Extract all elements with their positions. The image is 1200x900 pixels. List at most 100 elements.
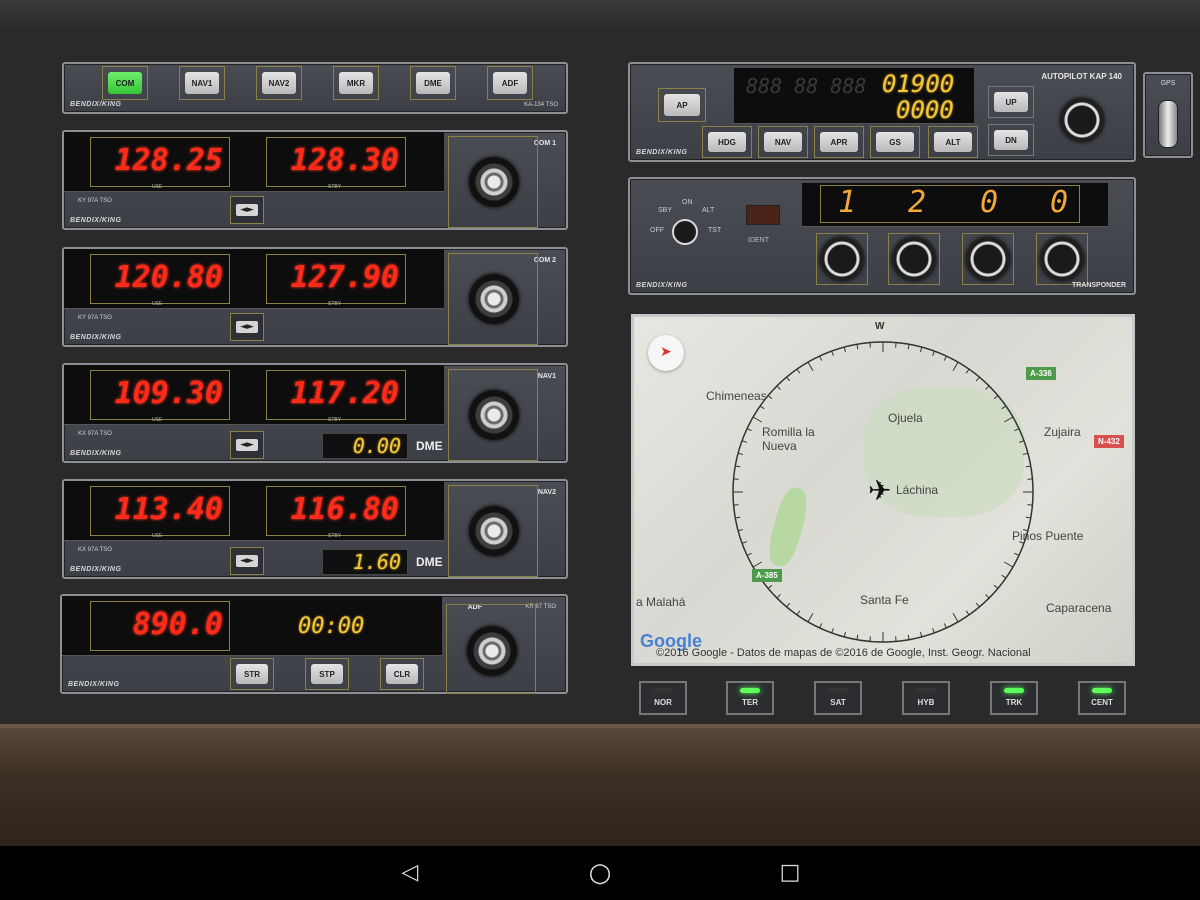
map-mode-nor-button[interactable]: NOR [639,681,687,715]
nav1-tuning-knob[interactable] [469,390,519,440]
town-santa-fe: Santa Fe [860,593,909,607]
alt-button[interactable]: ALT [928,126,978,158]
compass-tick [786,602,791,608]
code-knob-1[interactable] [820,237,864,281]
audio-nav2-button[interactable]: NAV2 [256,66,302,100]
town-zujaira: Zujaira [1044,425,1081,439]
back-icon[interactable]: ◁ [393,856,427,890]
mode-alt-label: ALT [702,207,715,214]
nav-button[interactable]: NAV [758,126,808,158]
map-mode-trk-button[interactable]: TRK [990,681,1038,715]
code-knob-3[interactable] [966,237,1010,281]
apr-button[interactable]: APR [814,126,864,158]
audio-panel: COM NAV1 NAV2 MKR DME ADF BENDIX/KING KA… [62,62,568,114]
com1-tuning-knob[interactable] [469,157,519,207]
led-indicator [916,688,936,693]
adf-stp-button[interactable]: STP [305,658,349,690]
adf-str-button[interactable]: STR [230,658,274,690]
town-lachina: Láchina [896,483,939,497]
gps-toggle-switch[interactable] [1158,100,1178,148]
road-badge: N-432 [1094,435,1124,448]
compass-tick [932,350,935,356]
adf-frequency: 890.0 [90,601,230,651]
compass-tick [735,516,741,519]
hdg-button[interactable]: HDG [702,126,752,158]
compass-tick [856,634,859,640]
map-mode-ter-button[interactable]: TER [726,681,774,715]
altitude-select-knob[interactable] [1060,98,1104,142]
transponder-mode-knob[interactable] [672,219,698,245]
use-label: USE [152,533,163,539]
audio-adf-button[interactable]: ADF [487,66,533,100]
com2-flip-button[interactable]: ◄► [230,313,264,341]
home-icon[interactable]: ○ [583,856,617,890]
compass-tick [993,395,999,400]
town-romilla: Romilla la Nueva [762,425,815,453]
ap-engage-button[interactable]: AP [658,88,706,122]
mode-on-label: ON [682,199,693,206]
gps-switch-panel: GPS [1143,72,1193,158]
map-compass-button[interactable]: ➤ [648,335,684,371]
autopilot-altitude: 01900 [882,70,955,98]
compass-tick [943,623,947,629]
compass-tick [752,416,763,423]
town-caparacena: Caparacena [1046,601,1112,615]
brand-label: BENDIX/KING [70,334,122,341]
compass-tick [907,344,910,350]
compass-tick [1022,452,1029,455]
audio-dme-button[interactable]: DME [410,66,456,100]
moving-map[interactable]: W ✈ Chimeneas Ojuela Romilla la Nueva Zu… [631,314,1135,666]
nav1-radio: 109.30 USE 117.20 STBY KX 97A TSO ◄► 0.0… [62,363,568,463]
compass-tick [965,610,970,616]
dn-button[interactable]: DN [988,124,1034,156]
model-label: KY 97A TSO [78,315,112,321]
nav2-flip-button[interactable]: ◄► [230,547,264,575]
adf-clr-button[interactable]: CLR [380,658,424,690]
compass-tick [1025,516,1031,519]
brand-label: BENDIX/KING [70,566,122,573]
led-indicator [1092,688,1112,693]
compass-tick [985,594,990,599]
compass-tick [831,350,834,356]
audio-mkr-button[interactable]: MKR [333,66,379,100]
com1-radio: 128.25 USE 128.30 STBY KY 97A TSO ◄► BEN… [62,130,568,230]
nav1-flip-button[interactable]: ◄► [230,431,264,459]
audio-nav1-button[interactable]: NAV1 [179,66,225,100]
code-knob-4[interactable] [1040,237,1084,281]
use-label: USE [152,301,163,307]
nav2-dme-readout: 1.60 [322,549,408,575]
compass-tick [856,344,859,350]
adf-tuning-knob[interactable] [467,626,517,676]
map-mode-sat-button[interactable]: SAT [814,681,862,715]
code-knob-2[interactable] [892,237,936,281]
dme-label: DME [416,439,443,453]
autopilot-inactive-segments: 888 88 888 [746,74,867,98]
nav2-standby-frequency: 116.80 [266,486,406,536]
compass-tick [985,385,990,390]
compass-tick [786,376,791,382]
compass-tick [952,361,959,372]
com1-flip-button[interactable]: ◄► [230,196,264,224]
transponder-digit-3: 0 [980,185,999,220]
gs-button[interactable]: GS [870,126,920,158]
com2-tuning-knob[interactable] [469,274,519,324]
compass-arrow-icon: ➤ [660,343,672,359]
compass-tick [819,623,823,629]
recents-icon[interactable]: □ [773,856,807,890]
compass-tick [1019,440,1025,443]
compass-tick [920,631,923,638]
audio-com-button[interactable]: COM [102,66,148,100]
map-mode-cent-button[interactable]: CENT [1078,681,1126,715]
adf-radio: 890.0 00:00 STR STP CLR BENDIX/KING ADF … [60,594,568,694]
compass-tick [1014,552,1020,556]
compass-tick [1001,574,1007,579]
nav1-dme-readout: 0.00 [322,433,408,459]
map-mode-hyb-button[interactable]: HYB [902,681,950,715]
compass-tick [943,355,947,361]
stby-label: STBY [328,417,342,423]
com2-radio: 120.80 USE 127.90 STBY KY 97A TSO ◄► BEN… [62,247,568,347]
up-button[interactable]: UP [988,86,1034,118]
model-label: KY 97A TSO [78,198,112,204]
nav2-tuning-knob[interactable] [469,506,519,556]
compass-north-label: W [875,321,885,332]
